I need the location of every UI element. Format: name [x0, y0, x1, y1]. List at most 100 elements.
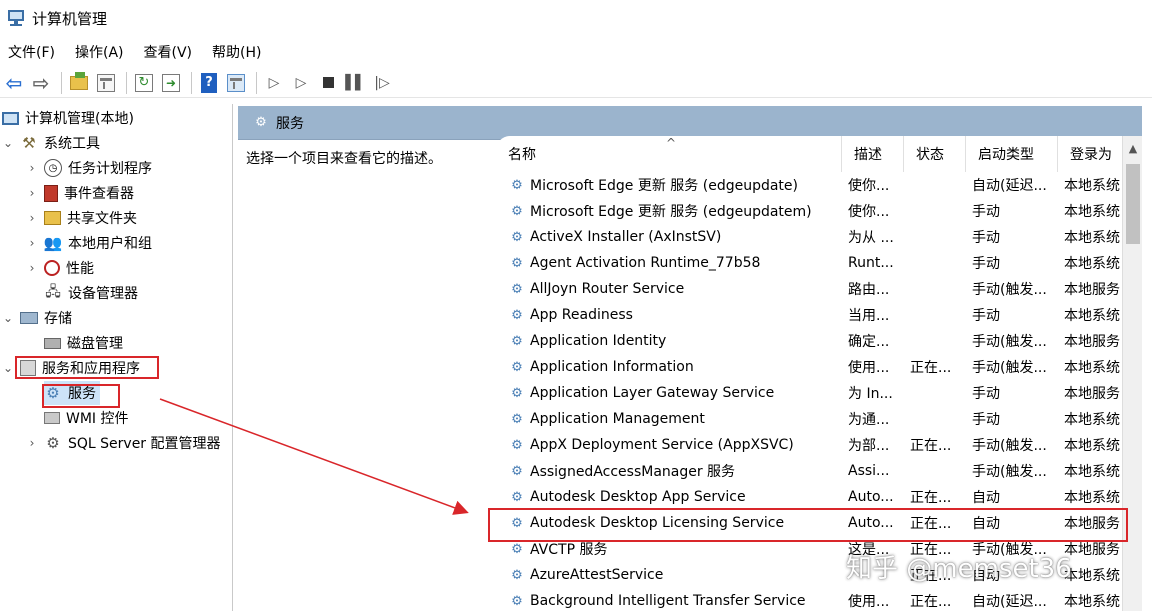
back-arrow-icon: ⇦: [5, 70, 23, 95]
chevron-right-icon[interactable]: ›: [26, 211, 38, 225]
column-header-name[interactable]: 名称: [496, 136, 842, 172]
export-list-button[interactable]: ➜: [159, 71, 183, 95]
service-row[interactable]: ⚙ Application Management 为通... 手动 本地系统: [496, 406, 1122, 432]
toolbar-separator: [61, 71, 62, 94]
service-row[interactable]: ⚙ AppX Deployment Service (AppXSVC) 为部... 正…: [496, 432, 1122, 458]
service-startup-type: 手动: [972, 386, 1000, 402]
scroll-thumb[interactable]: [1126, 164, 1140, 244]
play-icon: ▷: [268, 74, 280, 91]
tree-item-performance[interactable]: › 性能: [26, 256, 94, 280]
tree-item-event-viewer[interactable]: › 事件查看器: [26, 181, 134, 205]
service-row[interactable]: ⚙ Background Intelligent Transfer Service…: [496, 588, 1122, 611]
help-button[interactable]: ?: [197, 71, 221, 95]
tree-item-device-manager[interactable]: 🖧 设备管理器: [44, 281, 138, 305]
tree-item-root[interactable]: 计算机管理(本地): [2, 106, 134, 130]
computer-icon: [2, 111, 19, 125]
chevron-down-icon[interactable]: ⌄: [2, 311, 14, 325]
chevron-down-icon[interactable]: ⌄: [2, 361, 14, 375]
service-row[interactable]: ⚙ Microsoft Edge 更新 服务 (edgeupdate) 使你... 自…: [496, 172, 1122, 198]
stop-icon: [322, 77, 334, 88]
tree-item-storage[interactable]: ⌄ 存储: [2, 306, 72, 330]
tree-label: 系统工具: [44, 136, 100, 152]
scroll-up-icon[interactable]: ▲: [1123, 142, 1143, 155]
service-gear-icon: ⚙: [511, 593, 523, 609]
service-description: 确定...: [848, 334, 890, 350]
chevron-right-icon[interactable]: ›: [26, 236, 38, 250]
chevron-right-icon[interactable]: ›: [26, 261, 38, 275]
forward-button[interactable]: ⇨: [29, 71, 53, 95]
service-name-cell: ⚙ Autodesk Desktop App Service: [508, 484, 842, 510]
restart-service-button[interactable]: |▷: [370, 71, 394, 95]
service-startup-type: 手动: [972, 230, 1000, 246]
chevron-right-icon[interactable]: ›: [26, 436, 38, 450]
menu-action[interactable]: 操作(A): [75, 42, 124, 62]
service-startup-type: 手动(触发...: [972, 282, 1047, 298]
service-row[interactable]: ⚙ AllJoyn Router Service 路由... 手动(触发... 本地服务: [496, 276, 1122, 302]
show-action-pane-button[interactable]: [224, 71, 248, 95]
service-name: Application Information: [530, 359, 694, 375]
up-level-button[interactable]: [67, 71, 91, 95]
service-name-cell: ⚙ AllJoyn Router Service: [508, 276, 842, 302]
stop-service-button[interactable]: [316, 71, 340, 95]
chevron-down-icon[interactable]: ⌄: [2, 136, 14, 150]
service-row[interactable]: ⚙ Application Layer Gateway Service 为 In..…: [496, 380, 1122, 406]
tree-label: 磁盘管理: [67, 336, 123, 352]
service-row[interactable]: ⚙ Autodesk Desktop App Service Auto... 正在..…: [496, 484, 1122, 510]
menu-help[interactable]: 帮助(H): [212, 42, 261, 62]
tree-item-system-tools[interactable]: ⌄ ⚒ 系统工具: [2, 131, 100, 155]
tree-item-task-scheduler[interactable]: › ◷ 任务计划程序: [26, 156, 152, 180]
chevron-right-icon[interactable]: ›: [26, 161, 38, 175]
service-gear-icon: ⚙: [511, 307, 523, 323]
service-logon: 本地系统: [1064, 230, 1120, 246]
start-service-button[interactable]: ▷: [262, 71, 286, 95]
service-gear-icon: ⚙: [511, 463, 523, 479]
menu-file[interactable]: 文件(F): [8, 42, 55, 62]
tree-item-local-users[interactable]: › 👥 本地用户和组: [26, 231, 152, 255]
refresh-button[interactable]: ↻: [132, 71, 156, 95]
service-row[interactable]: ⚙ ActiveX Installer (AxInstSV) 为从 ... 手动 本地系…: [496, 224, 1122, 250]
tree-label: 事件查看器: [64, 186, 134, 202]
service-description: 路由...: [848, 282, 890, 298]
pause-service-button[interactable]: ▌▌: [343, 71, 367, 95]
start-service-alt-button[interactable]: ▷: [289, 71, 313, 95]
tree-item-wmi[interactable]: WMI 控件: [44, 406, 129, 430]
menu-view[interactable]: 查看(V): [144, 42, 193, 62]
service-row[interactable]: ⚙ AssignedAccessManager 服务 Assi... 手动(触发...…: [496, 458, 1122, 484]
highlight-box-services-apps: [15, 356, 159, 379]
wmi-icon: [44, 412, 60, 424]
service-name-cell: ⚙ Application Identity: [508, 328, 842, 354]
tree-item-disk-management[interactable]: 磁盘管理: [44, 331, 123, 355]
service-status: 正在...: [910, 360, 952, 376]
column-header-status[interactable]: 状态: [904, 136, 966, 172]
service-logon: 本地服务: [1064, 386, 1120, 402]
service-row[interactable]: ⚙ Application Identity 确定... 手动(触发... 本地服务: [496, 328, 1122, 354]
tree-item-sql-server[interactable]: › ⚙ SQL Server 配置管理器: [26, 431, 221, 455]
restart-icon: |▷: [374, 74, 390, 91]
tree-item-shared-folders[interactable]: › 共享文件夹: [26, 206, 137, 230]
service-description: Assi...: [848, 463, 890, 479]
service-description: 为部...: [848, 438, 890, 454]
service-row[interactable]: ⚙ Microsoft Edge 更新 服务 (edgeupdatem) 使你...…: [496, 198, 1122, 224]
column-header-startup-type[interactable]: 启动类型: [966, 136, 1058, 172]
column-header-description[interactable]: 描述: [842, 136, 904, 172]
service-row[interactable]: ⚙ Agent Activation Runtime_77b58 Runt... 手动…: [496, 250, 1122, 276]
back-button[interactable]: ⇦: [2, 71, 26, 95]
service-status: [910, 458, 968, 484]
service-name-cell: ⚙ Application Management: [508, 406, 842, 432]
tree-label: 计算机管理(本地): [25, 111, 134, 127]
service-startup-type: 自动(延迟...: [972, 178, 1047, 194]
service-status: [910, 380, 968, 406]
show-hide-tree-button[interactable]: [94, 71, 118, 95]
folder-up-icon: [70, 71, 88, 90]
column-header-logon[interactable]: 登录为: [1058, 136, 1122, 172]
title-bar: 计算机管理: [0, 0, 1152, 36]
device-manager-icon: 🖧: [45, 284, 61, 300]
service-row[interactable]: ⚙ App Readiness 当用... 手动 本地系统: [496, 302, 1122, 328]
service-description: 为 In...: [848, 386, 893, 402]
service-row[interactable]: ⚙ Application Information 使用... 正在... 手动(触发.…: [496, 354, 1122, 380]
refresh-icon: ↻: [135, 73, 153, 92]
service-startup-type: 手动: [972, 204, 1000, 220]
service-gear-icon: ⚙: [511, 489, 523, 505]
chevron-right-icon[interactable]: ›: [26, 186, 38, 200]
service-startup-type: 自动(延迟...: [972, 594, 1047, 610]
